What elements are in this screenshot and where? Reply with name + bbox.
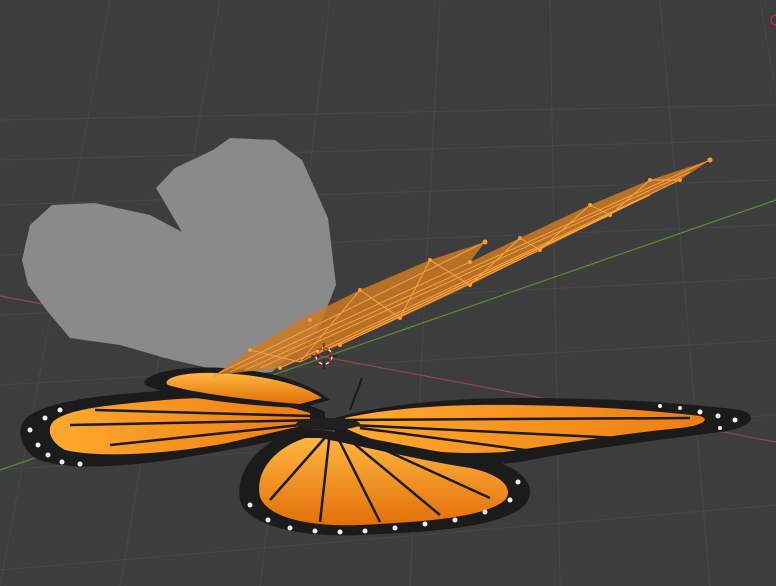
butterfly-body xyxy=(296,418,360,430)
viewport-canvas[interactable] xyxy=(0,0,776,586)
3d-viewport[interactable] xyxy=(0,0,776,586)
